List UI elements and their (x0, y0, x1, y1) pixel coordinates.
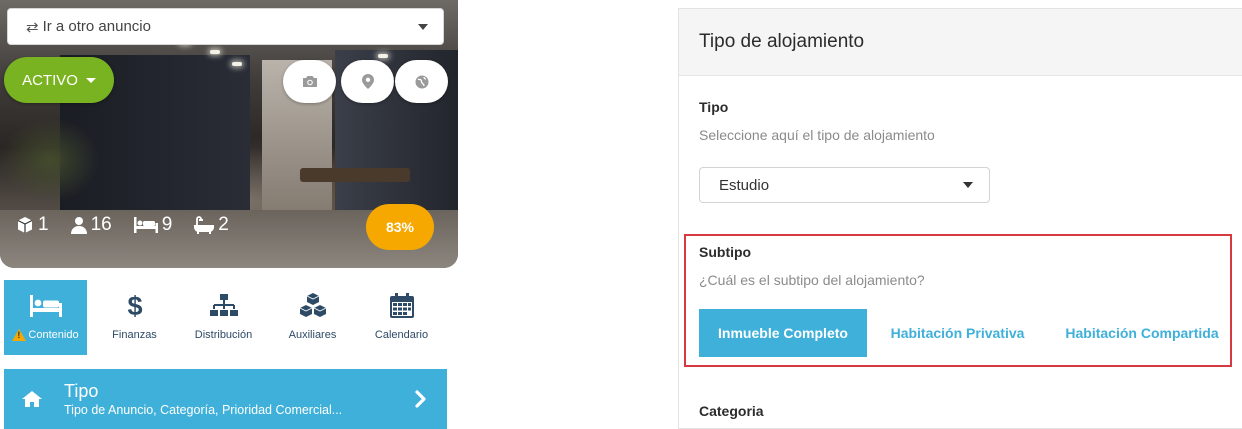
warning-icon (12, 329, 27, 341)
section-title: Tipo (64, 381, 99, 401)
tipo-label: Tipo (699, 99, 729, 115)
chevron-down-icon (418, 23, 428, 30)
stat-guests: 16 (70, 214, 112, 236)
tab-finanzas-label: Finanzas (112, 329, 157, 341)
photos-button[interactable] (283, 60, 336, 103)
stat-units-value: 1 (38, 214, 49, 235)
subtipo-option-habitacion-privativa[interactable]: Habitación Privativa (875, 309, 1040, 357)
tab-calendario-label: Calendario (374, 329, 429, 341)
calendar-icon (389, 293, 414, 318)
user-icon (70, 217, 87, 234)
tab-auxiliares[interactable]: Auxiliares (271, 280, 354, 355)
goto-listing-label: Ir a otro anuncio (42, 18, 151, 35)
tipo-select-value: Estudio (719, 176, 770, 194)
stat-units: 1 (16, 214, 49, 236)
stat-beds-value: 9 (161, 214, 173, 235)
chevron-right-icon (415, 390, 426, 408)
stat-beds: 9 (133, 214, 173, 236)
sitemap-icon (209, 294, 238, 316)
tab-auxiliares-label: Auxiliares (288, 329, 337, 341)
dollar-icon: $ (127, 292, 142, 320)
subtipo-option-habitacion-compartida[interactable]: Habitación Compartida (1050, 309, 1234, 357)
tipo-select[interactable]: Estudio (699, 167, 990, 203)
status-dropdown-button[interactable]: ACTIVO (4, 57, 114, 103)
tab-contenido-label: Contenido (28, 329, 79, 341)
status-label: ACTIVO (22, 71, 78, 89)
goto-listing-select[interactable]: ⇄ Ir a otro anuncio (7, 8, 444, 45)
location-button[interactable] (341, 60, 394, 103)
stat-baths-value: 2 (218, 214, 229, 235)
svg-text:$: $ (127, 292, 142, 320)
tab-finanzas[interactable]: $ Finanzas (93, 280, 176, 355)
exchange-icon: ⇄ (26, 18, 39, 36)
section-subtitle: Tipo de Anuncio, Categoría, Prioridad Co… (64, 403, 343, 417)
bed-icon (29, 295, 62, 317)
caret-down-icon (85, 77, 96, 83)
chevron-down-icon (963, 182, 973, 188)
section-tipo-link[interactable]: Tipo Tipo de Anuncio, Categoría, Priorid… (4, 369, 447, 429)
bed-icon (133, 217, 158, 233)
stat-guests-value: 16 (90, 214, 112, 235)
stat-baths: 2 (194, 214, 229, 236)
cube-icon (17, 217, 33, 233)
tab-distribucion[interactable]: Distribución (182, 280, 265, 355)
listing-column: ⇄ Ir a otro anuncio ACTIVO 1 16 9 2 83% … (0, 0, 458, 429)
tab-distribucion-label: Distribución (194, 329, 253, 341)
camera-icon (302, 76, 317, 87)
bath-icon (194, 216, 215, 234)
listing-stats: 1 16 9 2 (16, 214, 251, 236)
completion-badge: 83% (366, 204, 434, 250)
subtipo-option-inmueble-completo[interactable]: Inmueble Completo (699, 309, 867, 357)
map-pin-icon (361, 74, 374, 89)
globe-icon (415, 75, 428, 88)
tipo-help: Seleccione aquí el tipo de alojamiento (699, 127, 935, 143)
cubes-icon (299, 293, 326, 317)
tab-contenido[interactable]: Contenido (4, 280, 87, 355)
home-icon (22, 391, 42, 407)
categoria-label: Categoria (699, 403, 764, 419)
listing-tabs: Contenido $ Finanzas Distribució (4, 280, 450, 355)
tab-calendario[interactable]: Calendario (360, 280, 443, 355)
website-button[interactable] (395, 60, 448, 103)
panel-title: Tipo de alojamiento (679, 9, 1242, 76)
